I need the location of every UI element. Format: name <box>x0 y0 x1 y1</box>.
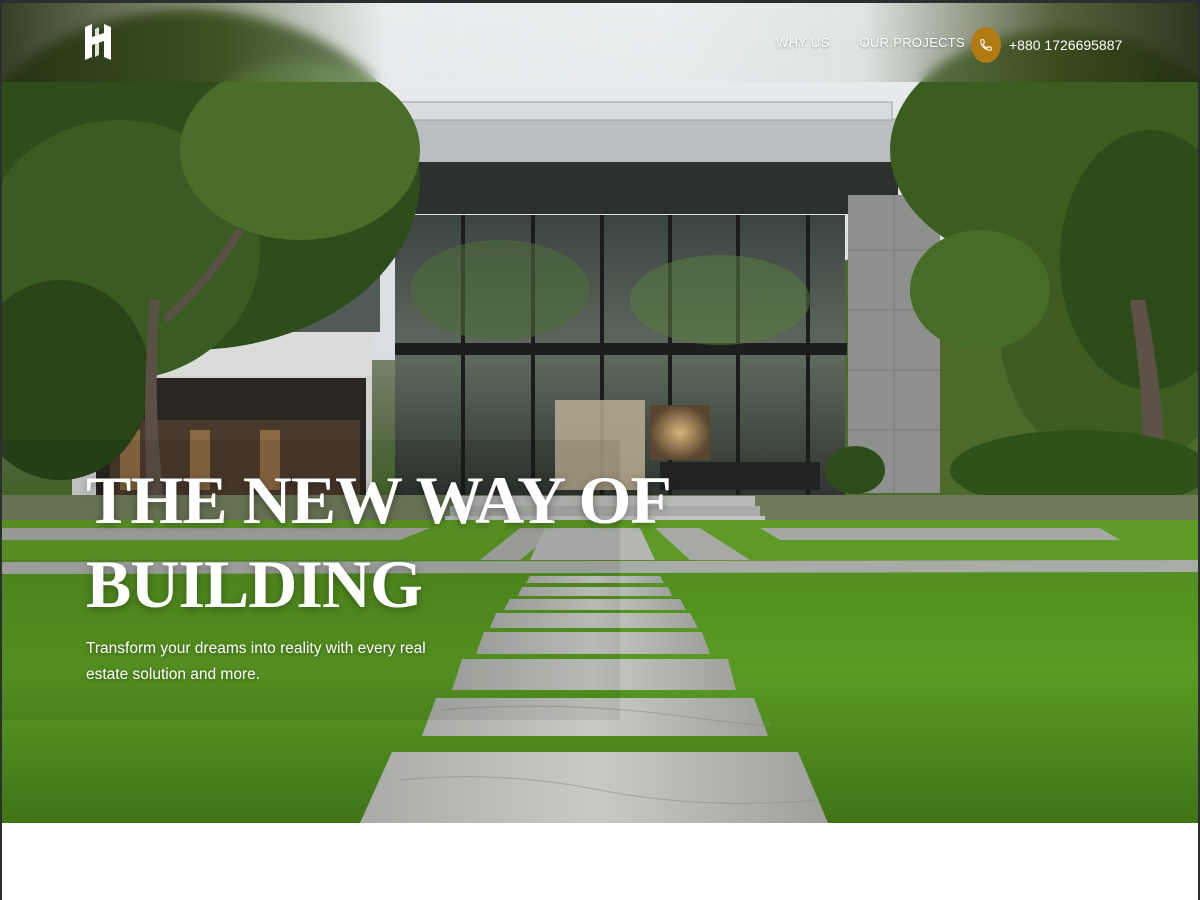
hero-subtext: Transform your dreams into reality with … <box>86 640 426 683</box>
hero-headline-line-2: BUILDING <box>86 546 423 622</box>
h-monogram-logo-icon[interactable] <box>83 21 113 63</box>
nav-link-our-projects[interactable]: OUR PROJECTS <box>860 35 965 50</box>
hero-headline: THE NEW WAY OF BUILDING <box>86 458 686 626</box>
hero-headline-line-1: THE NEW WAY OF <box>86 462 672 538</box>
window-top-border <box>0 0 1200 3</box>
top-navbar: WHY US OUR PROJECTS +880 1726695887 <box>0 3 1200 82</box>
nav-links: WHY US OUR PROJECTS <box>776 35 965 50</box>
hero-background-image <box>0 0 1200 823</box>
nav-link-why-us[interactable]: WHY US <box>776 35 830 50</box>
phone-contact-link[interactable]: +880 1726695887 <box>971 27 1122 63</box>
window-left-border <box>0 0 2 900</box>
phone-number: +880 1726695887 <box>1009 37 1123 53</box>
hero-section: THE NEW WAY OF BUILDING Transform your d… <box>0 0 1200 823</box>
content-section-blank <box>0 823 1200 900</box>
phone-icon <box>971 27 1001 63</box>
